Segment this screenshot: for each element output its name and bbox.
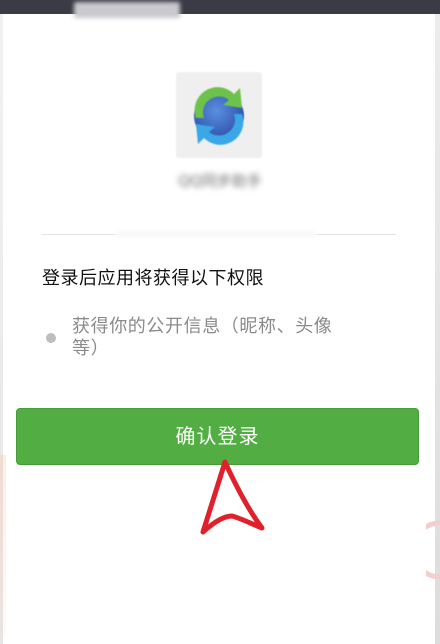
blurred-status-text [74, 2, 180, 18]
bullet-dot [46, 333, 56, 343]
app-icon [176, 72, 262, 158]
permission-text-line1: 获得你的公开信息（昵称、头像 [72, 316, 333, 337]
sync-arrows-icon [194, 87, 244, 145]
permission-text: 获得你的公开信息（昵称、头像 等） [72, 316, 392, 360]
status-bar [0, 0, 440, 18]
app-name: QQ同步助手 [178, 172, 262, 190]
divider-blur [116, 230, 316, 238]
permissions-title: 登录后应用将获得以下权限 [42, 268, 264, 289]
arrow-annotation [192, 456, 272, 540]
side-tint-right [426, 515, 440, 585]
side-tint-left [0, 455, 6, 635]
permission-text-line2: 等） [72, 338, 110, 359]
